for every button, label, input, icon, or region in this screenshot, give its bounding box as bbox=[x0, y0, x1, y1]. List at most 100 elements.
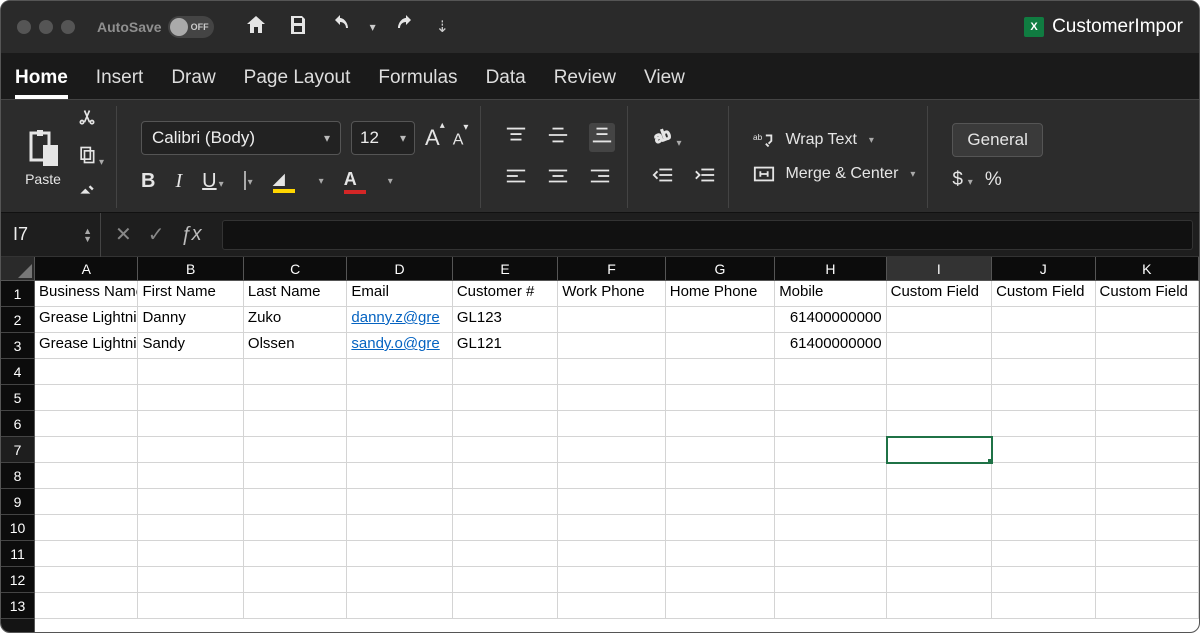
col-header[interactable]: E bbox=[453, 257, 558, 280]
align-right-icon[interactable] bbox=[589, 166, 611, 191]
row-header[interactable]: 3 bbox=[1, 333, 34, 359]
cell[interactable] bbox=[453, 385, 558, 411]
col-header[interactable]: F bbox=[558, 257, 665, 280]
cell[interactable] bbox=[992, 333, 1095, 359]
cell[interactable] bbox=[138, 541, 243, 567]
cell[interactable]: Olssen bbox=[244, 333, 347, 359]
cell[interactable] bbox=[244, 411, 347, 437]
cell[interactable] bbox=[453, 489, 558, 515]
cell[interactable] bbox=[244, 385, 347, 411]
cell[interactable] bbox=[138, 463, 243, 489]
tab-draw[interactable]: Draw bbox=[171, 67, 215, 99]
cell[interactable] bbox=[453, 593, 558, 619]
cell[interactable]: sandy.o@gre bbox=[347, 333, 452, 359]
tab-insert[interactable]: Insert bbox=[96, 67, 144, 99]
cell[interactable] bbox=[887, 541, 992, 567]
cell[interactable]: Mobile bbox=[775, 281, 886, 307]
row-header[interactable]: 5 bbox=[1, 385, 34, 411]
cell[interactable] bbox=[887, 385, 992, 411]
row-header[interactable]: 1 bbox=[1, 281, 34, 307]
toggle-switch[interactable]: OFF bbox=[168, 16, 214, 38]
cell[interactable]: GL121 bbox=[453, 333, 558, 359]
cell[interactable] bbox=[992, 463, 1095, 489]
cell[interactable] bbox=[887, 333, 992, 359]
cut-icon[interactable] bbox=[77, 108, 104, 133]
cell[interactable] bbox=[35, 437, 138, 463]
cell[interactable] bbox=[887, 411, 992, 437]
cell[interactable] bbox=[35, 359, 138, 385]
cell[interactable]: Grease Lightning bbox=[35, 307, 138, 333]
cell[interactable]: 61400000000 bbox=[775, 307, 886, 333]
cell[interactable] bbox=[887, 593, 992, 619]
cell[interactable]: Home Phone bbox=[666, 281, 775, 307]
row-header[interactable]: 13 bbox=[1, 593, 34, 619]
align-middle-icon[interactable] bbox=[547, 125, 569, 150]
wrap-text-button[interactable]: ab Wrap Text ▾ bbox=[753, 130, 915, 150]
cell[interactable] bbox=[558, 515, 665, 541]
cell[interactable]: Email bbox=[347, 281, 452, 307]
align-center-icon[interactable] bbox=[547, 166, 569, 191]
cancel-formula-icon[interactable]: ✕ bbox=[115, 222, 132, 247]
col-header[interactable]: H bbox=[775, 257, 886, 280]
row-header[interactable]: 8 bbox=[1, 463, 34, 489]
cell[interactable] bbox=[35, 489, 138, 515]
cell[interactable] bbox=[347, 515, 452, 541]
cell[interactable] bbox=[775, 463, 886, 489]
row-header[interactable]: 10 bbox=[1, 515, 34, 541]
cell[interactable] bbox=[347, 463, 452, 489]
cell[interactable] bbox=[775, 515, 886, 541]
cell[interactable] bbox=[666, 593, 775, 619]
tab-review[interactable]: Review bbox=[554, 67, 616, 99]
fx-icon[interactable]: ƒx bbox=[181, 223, 202, 246]
increase-indent-icon[interactable] bbox=[694, 165, 716, 190]
row-header[interactable]: 4 bbox=[1, 359, 34, 385]
cell[interactable] bbox=[887, 463, 992, 489]
selected-cell[interactable] bbox=[887, 437, 992, 463]
cell[interactable] bbox=[775, 541, 886, 567]
cell[interactable] bbox=[138, 359, 243, 385]
cell[interactable] bbox=[35, 411, 138, 437]
col-header[interactable]: B bbox=[138, 257, 243, 280]
cell[interactable]: Custom Field bbox=[887, 281, 992, 307]
cell[interactable]: Business Name bbox=[35, 281, 138, 307]
cell[interactable] bbox=[558, 541, 665, 567]
decrease-indent-icon[interactable] bbox=[652, 165, 674, 190]
cell[interactable] bbox=[558, 307, 665, 333]
cell[interactable] bbox=[558, 593, 665, 619]
cell[interactable] bbox=[887, 307, 992, 333]
cell[interactable]: GL123 bbox=[453, 307, 558, 333]
cell[interactable] bbox=[992, 411, 1095, 437]
cell[interactable] bbox=[347, 437, 452, 463]
cell[interactable] bbox=[1096, 411, 1199, 437]
cell[interactable] bbox=[453, 515, 558, 541]
cell[interactable] bbox=[992, 489, 1095, 515]
cell[interactable] bbox=[1096, 437, 1199, 463]
cell[interactable] bbox=[666, 385, 775, 411]
tab-data[interactable]: Data bbox=[486, 67, 526, 99]
tab-view[interactable]: View bbox=[644, 67, 685, 99]
bold-button[interactable]: B bbox=[141, 170, 155, 193]
row-header[interactable]: 12 bbox=[1, 567, 34, 593]
cell[interactable] bbox=[558, 385, 665, 411]
home-icon[interactable] bbox=[244, 13, 268, 42]
cell[interactable] bbox=[558, 359, 665, 385]
cell[interactable]: Last Name bbox=[244, 281, 347, 307]
col-header[interactable]: J bbox=[992, 257, 1095, 280]
cell[interactable] bbox=[666, 333, 775, 359]
cell[interactable] bbox=[35, 593, 138, 619]
cell[interactable]: Sandy bbox=[138, 333, 243, 359]
tab-home[interactable]: Home bbox=[15, 67, 68, 99]
cell[interactable]: Customer # bbox=[453, 281, 558, 307]
cell[interactable] bbox=[666, 541, 775, 567]
cell[interactable] bbox=[138, 437, 243, 463]
cell[interactable] bbox=[775, 411, 886, 437]
cell[interactable] bbox=[666, 307, 775, 333]
cell[interactable] bbox=[347, 359, 452, 385]
cell[interactable] bbox=[1096, 593, 1199, 619]
cell[interactable]: Custom Field bbox=[992, 281, 1095, 307]
font-color-button[interactable]: A bbox=[344, 169, 366, 194]
cell[interactable] bbox=[666, 515, 775, 541]
row-header[interactable]: 6 bbox=[1, 411, 34, 437]
cell[interactable]: First Name bbox=[138, 281, 243, 307]
save-icon[interactable] bbox=[286, 13, 310, 42]
